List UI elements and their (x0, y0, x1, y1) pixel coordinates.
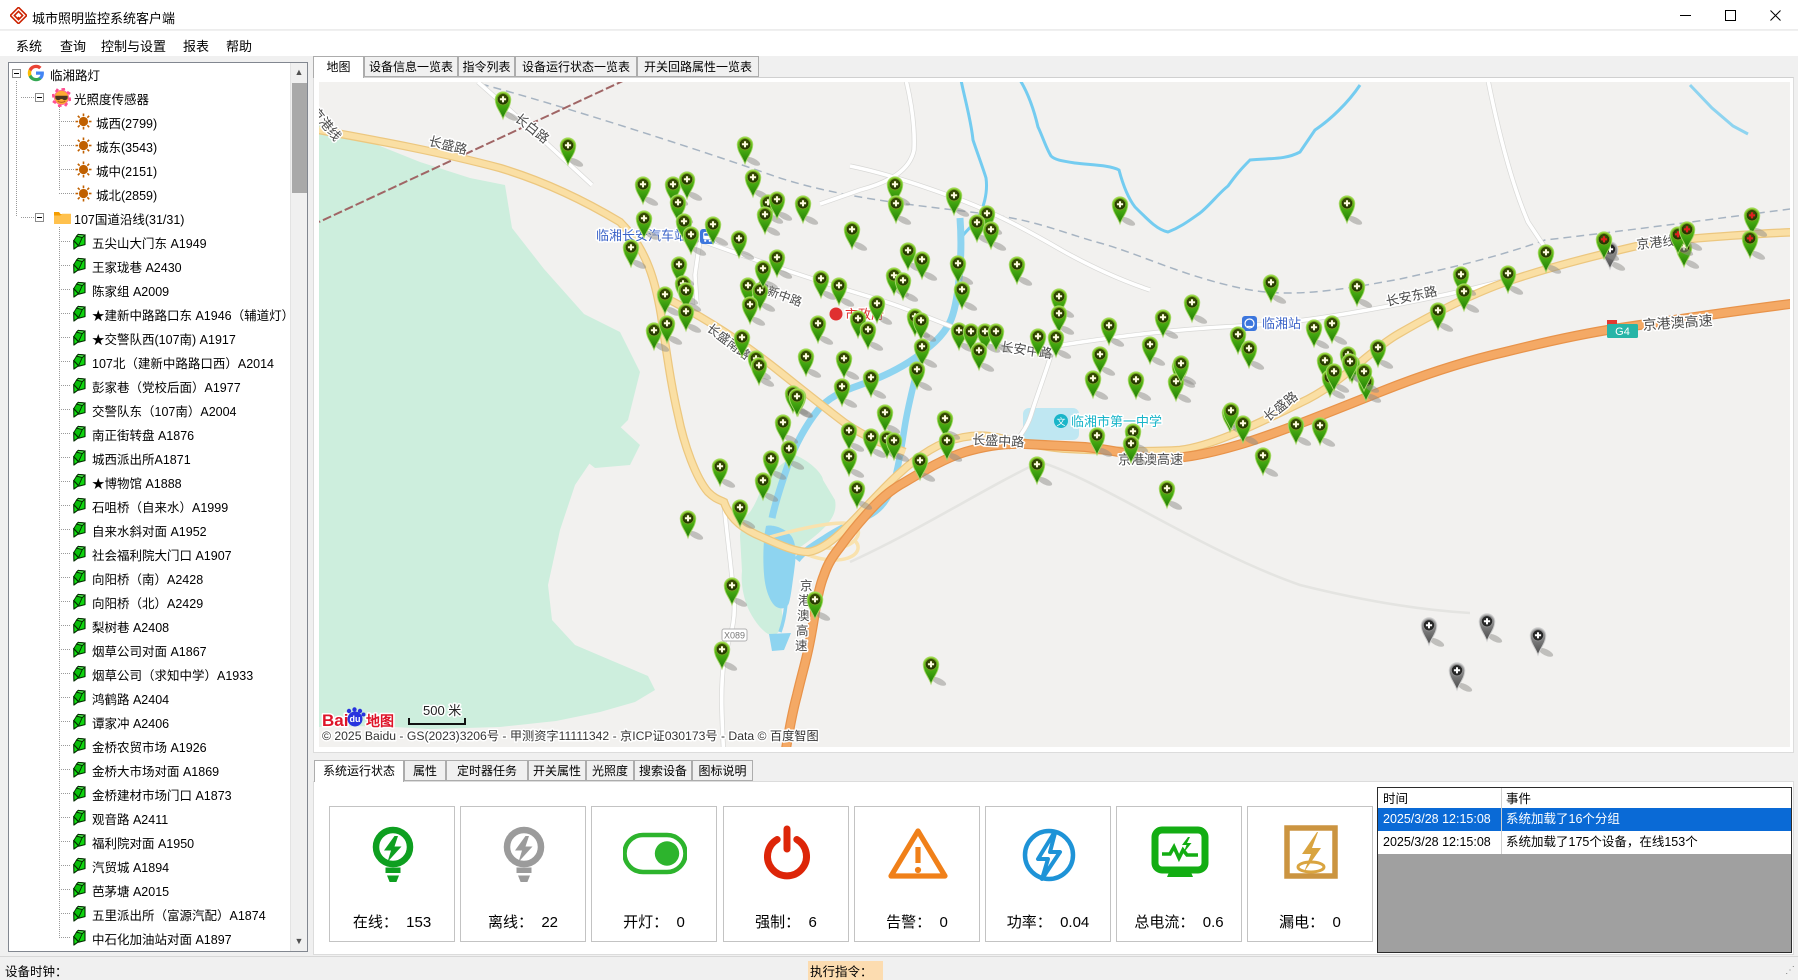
svg-text:500 米: 500 米 (423, 703, 461, 718)
svg-text:临湘市第一中学: 临湘市第一中学 (1071, 414, 1162, 429)
svg-text:X089: X089 (724, 631, 745, 641)
svg-text:长盛中路: 长盛中路 (972, 432, 1025, 450)
svg-text:© 2025 Baidu - GS(2023)3206号 -: © 2025 Baidu - GS(2023)3206号 - 甲测资字11111… (322, 728, 819, 743)
svg-text:地图: 地图 (366, 713, 394, 729)
svg-text:临湘站: 临湘站 (1262, 316, 1301, 331)
svg-text:速: 速 (795, 639, 808, 653)
svg-text:Bai: Bai (322, 711, 348, 730)
svg-text:高: 高 (796, 623, 809, 638)
svg-text:文: 文 (1056, 416, 1065, 427)
svg-text:澳: 澳 (797, 609, 810, 623)
svg-text:du: du (350, 714, 361, 724)
svg-text:G4: G4 (1615, 326, 1630, 338)
svg-text:京: 京 (800, 579, 813, 593)
